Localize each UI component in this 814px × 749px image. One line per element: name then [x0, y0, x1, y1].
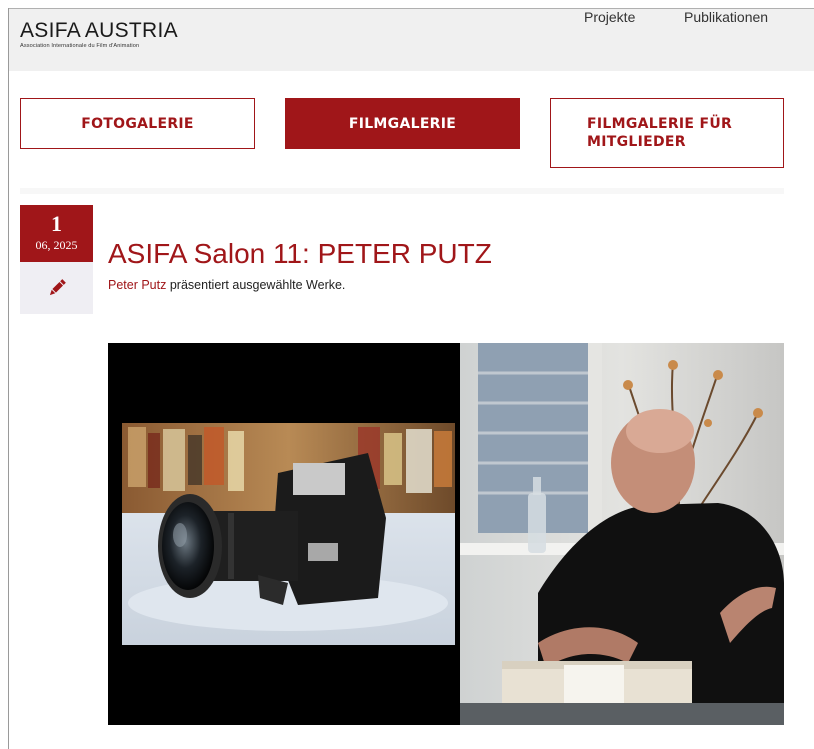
tab-fotogalerie[interactable]: FOTOGALERIE	[20, 98, 255, 149]
video-frame-image	[108, 343, 784, 725]
section-divider	[20, 188, 784, 194]
video-thumbnail[interactable]	[108, 343, 784, 725]
nav-link-projekte[interactable]: Projekte	[584, 9, 635, 25]
logo-subtitle: Association Internationale du Film d'Ani…	[20, 43, 140, 49]
post-format-badge	[20, 262, 93, 314]
site-logo[interactable]: ASIFA AUSTRIA Association Internationale…	[20, 19, 178, 50]
tab-filmgalerie[interactable]: FILMGALERIE	[285, 98, 520, 149]
author-link[interactable]: Peter Putz	[108, 278, 166, 292]
post-title[interactable]: ASIFA Salon 11: PETER PUTZ	[108, 238, 492, 270]
post-excerpt: Peter Putz präsentiert ausgewählte Werke…	[108, 278, 345, 292]
pencil-icon	[49, 279, 66, 296]
post-date-day: 1	[51, 211, 62, 236]
post-date-badge: 1 06, 2025	[20, 205, 93, 262]
site-header: ASIFA AUSTRIA Association Internationale…	[9, 9, 814, 71]
tab-filmgalerie-mitglieder[interactable]: FILMGALERIE FÜR MITGLIEDER	[550, 98, 784, 168]
logo-title: ASIFA AUSTRIA	[20, 19, 178, 42]
post-excerpt-text: präsentiert ausgewählte Werke.	[166, 278, 346, 292]
post-date-month-year: 06, 2025	[35, 238, 78, 252]
nav-link-publikationen[interactable]: Publikationen	[684, 9, 768, 25]
frame-left-border	[8, 8, 9, 749]
